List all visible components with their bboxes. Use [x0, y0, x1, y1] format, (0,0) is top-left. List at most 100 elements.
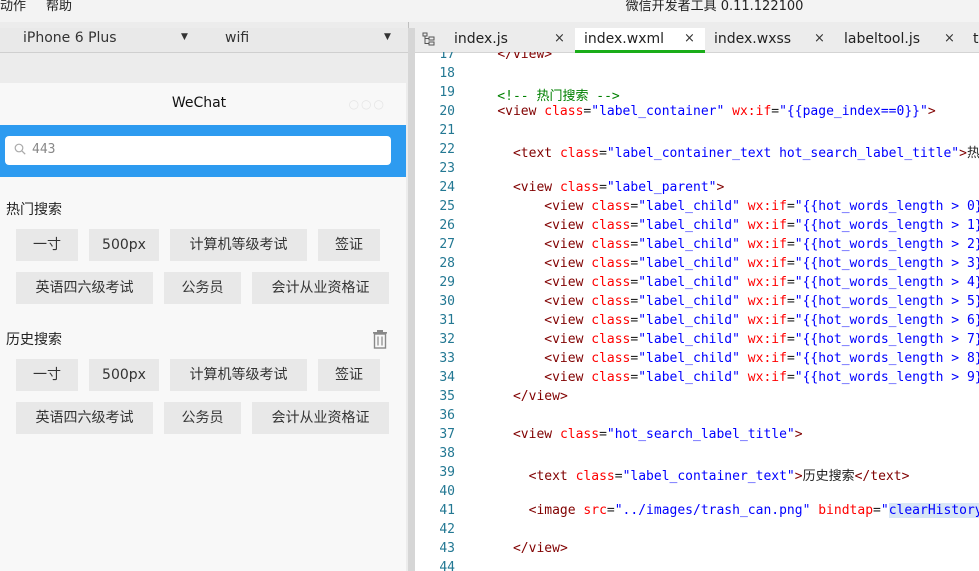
code-area[interactable]: 17 </view> 18 19 <!-- 热门搜索 --> 20 <view cla…	[415, 52, 979, 571]
line-number: 33	[439, 351, 455, 366]
history-chip[interactable]: 500px	[89, 359, 159, 391]
line-number: 31	[439, 313, 455, 328]
hot-chip[interactable]: 英语四六级考试	[16, 272, 153, 304]
line-number: 25	[439, 199, 455, 214]
code-line[interactable]: 37 <view class="hot_search_label_title">	[415, 427, 979, 446]
line-number: 38	[439, 446, 455, 461]
file-tree-icon[interactable]	[422, 32, 436, 46]
history-chip[interactable]: 签证	[318, 359, 380, 391]
history-chip[interactable]: 会计从业资格证	[252, 402, 389, 434]
code-line[interactable]: 27 <view class="label_child" wx:if="{{ho…	[415, 237, 979, 256]
code-line[interactable]: 35 </view>	[415, 389, 979, 408]
tab-index-wxml[interactable]: index.wxml ×	[575, 28, 705, 53]
hot-chip[interactable]: 一寸	[16, 229, 78, 261]
close-icon[interactable]: ×	[944, 28, 955, 50]
tab-label: t	[973, 31, 979, 47]
code-line[interactable]: 38	[415, 446, 979, 465]
chevron-down-icon[interactable]: ▼	[181, 32, 188, 42]
code-text: <view class="label_child" wx:if="{{hot_w…	[544, 370, 979, 385]
history-search-title: 历史搜索	[6, 332, 62, 348]
phone-navbar: WeChat ○○○	[0, 83, 406, 125]
code-line[interactable]: 17 </view>	[415, 52, 979, 66]
code-line[interactable]: 23	[415, 161, 979, 180]
code-text: <view class="label_child" wx:if="{{hot_w…	[544, 332, 979, 347]
hot-chip[interactable]: 会计从业资格证	[252, 272, 389, 304]
code-text: <view class="label_child" wx:if="{{hot_w…	[544, 256, 979, 271]
code-line[interactable]: 19 <!-- 热门搜索 -->	[415, 85, 979, 104]
code-line[interactable]: 40	[415, 484, 979, 503]
hot-chip[interactable]: 500px	[89, 229, 159, 261]
line-number: 37	[439, 427, 455, 442]
pane-splitter[interactable]	[408, 28, 415, 571]
code-line[interactable]: 34 <view class="label_child" wx:if="{{ho…	[415, 370, 979, 389]
capsule-menu-icon[interactable]: ○○○	[349, 97, 386, 111]
search-input[interactable]: 443	[5, 136, 391, 165]
code-line[interactable]: 28 <view class="label_child" wx:if="{{ho…	[415, 256, 979, 275]
code-line[interactable]: 41 <image src="../images/trash_can.png" …	[415, 503, 979, 522]
code-line[interactable]: 32 <view class="label_child" wx:if="{{ho…	[415, 332, 979, 351]
code-line[interactable]: 42	[415, 522, 979, 541]
history-chip[interactable]: 一寸	[16, 359, 78, 391]
device-select[interactable]: iPhone 6 Plus	[23, 30, 117, 46]
code-line[interactable]: 26 <view class="label_child" wx:if="{{ho…	[415, 218, 979, 237]
history-chip[interactable]: 英语四六级考试	[16, 402, 153, 434]
code-text: <view class="label_parent">	[512, 180, 725, 195]
phone-screen: WeChat ○○○ 443 热门搜索 一寸 500px 计算机等级考试 签证 …	[0, 83, 406, 571]
line-number: 44	[439, 560, 455, 571]
line-number: 18	[439, 66, 455, 81]
code-line[interactable]: 44	[415, 560, 979, 571]
line-number: 20	[439, 104, 455, 119]
code-text: </view>	[497, 52, 553, 62]
hot-chip[interactable]: 签证	[318, 229, 380, 261]
line-number: 42	[439, 522, 455, 537]
history-chip[interactable]: 公务员	[164, 402, 241, 434]
trash-icon[interactable]	[371, 329, 389, 349]
hot-chip[interactable]: 公务员	[164, 272, 241, 304]
search-value: 443	[32, 142, 56, 157]
code-line[interactable]: 20 <view class="label_container" wx:if="…	[415, 104, 979, 123]
code-text: <view class="label_container" wx:if="{{p…	[497, 104, 936, 119]
tab-bar: index.js × index.wxml × index.wxss × lab…	[415, 28, 979, 53]
tab-index-wxss[interactable]: index.wxss ×	[705, 28, 835, 52]
close-icon[interactable]: ×	[554, 28, 565, 50]
line-number: 24	[439, 180, 455, 195]
code-line[interactable]: 43 </view>	[415, 541, 979, 560]
chevron-down-icon[interactable]: ▼	[384, 32, 391, 42]
network-select[interactable]: wifi	[225, 30, 249, 46]
code-line[interactable]: 22 <text class="label_container_text hot…	[415, 142, 979, 161]
tab-label: index.js	[454, 31, 508, 47]
code-line[interactable]: 18	[415, 66, 979, 85]
line-number: 39	[439, 465, 455, 480]
code-line[interactable]: 31 <view class="label_child" wx:if="{{ho…	[415, 313, 979, 332]
code-editor: index.js × index.wxml × index.wxss × lab…	[415, 28, 979, 571]
line-number: 36	[439, 408, 455, 423]
code-line[interactable]: 33 <view class="label_child" wx:if="{{ho…	[415, 351, 979, 370]
code-line[interactable]: 30 <view class="label_child" wx:if="{{ho…	[415, 294, 979, 313]
code-text: <view class="label_child" wx:if="{{hot_w…	[544, 351, 979, 366]
close-icon[interactable]: ×	[684, 28, 695, 50]
code-text: <view class="label_child" wx:if="{{hot_w…	[544, 275, 979, 290]
code-line[interactable]: 24 <view class="label_parent">	[415, 180, 979, 199]
line-number: 27	[439, 237, 455, 252]
line-number: 34	[439, 370, 455, 385]
close-icon[interactable]: ×	[814, 28, 825, 50]
line-number: 30	[439, 294, 455, 309]
line-number: 35	[439, 389, 455, 404]
line-number: 40	[439, 484, 455, 499]
tab-index-js[interactable]: index.js ×	[445, 28, 575, 52]
line-number: 41	[439, 503, 455, 518]
code-line[interactable]: 39 <text class="label_container_text">历史…	[415, 465, 979, 484]
code-line[interactable]: 25 <view class="label_child" wx:if="{{ho…	[415, 199, 979, 218]
code-line[interactable]: 36	[415, 408, 979, 427]
code-line[interactable]: 29 <view class="label_child" wx:if="{{ho…	[415, 275, 979, 294]
device-bar: iPhone 6 Plus ▼ wifi ▼	[0, 28, 408, 53]
line-number: 17	[439, 52, 455, 62]
history-chip[interactable]: 计算机等级考试	[170, 359, 307, 391]
tab-labeltool-js[interactable]: labeltool.js ×	[835, 28, 965, 52]
tab-overflow[interactable]: t	[965, 28, 979, 52]
search-area: 443	[0, 125, 406, 177]
code-text: <view class="label_child" wx:if="{{hot_w…	[544, 313, 979, 328]
code-line[interactable]: 21	[415, 123, 979, 142]
hot-chip[interactable]: 计算机等级考试	[170, 229, 307, 261]
code-text: <view class="label_child" wx:if="{{hot_w…	[544, 237, 979, 252]
